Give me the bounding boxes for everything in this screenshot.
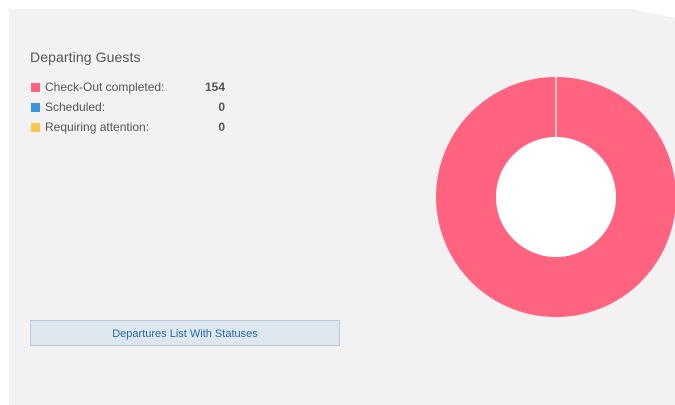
donut-hole xyxy=(496,137,616,257)
panel-title: Departing Guests xyxy=(30,49,141,65)
departing-guests-panel: Departing Guests Check-Out completed: 15… xyxy=(9,9,675,405)
legend-item-checkout: Check-Out completed: 154 xyxy=(30,79,240,99)
departures-list-button[interactable]: Departures List With Statuses xyxy=(30,320,340,346)
page: Departing Guests Check-Out completed: 15… xyxy=(0,0,675,405)
panel-corner xyxy=(631,9,675,18)
legend-swatch-scheduled xyxy=(31,103,40,112)
legend-label-checkout: Check-Out completed: xyxy=(45,80,165,94)
legend-value-checkout: 154 xyxy=(204,80,225,94)
legend-item-scheduled: Scheduled: 0 xyxy=(30,99,240,119)
legend: Check-Out completed: 154 Scheduled: 0 Re… xyxy=(30,79,240,139)
legend-label-attention: Requiring attention: xyxy=(45,120,150,134)
legend-value-scheduled: 0 xyxy=(218,100,225,114)
legend-swatch-checkout xyxy=(31,83,40,92)
legend-item-attention: Requiring attention: 0 xyxy=(30,119,240,139)
legend-swatch-attention xyxy=(31,123,40,132)
legend-value-attention: 0 xyxy=(218,120,225,134)
donut-chart xyxy=(436,76,675,317)
legend-label-scheduled: Scheduled: xyxy=(45,100,106,114)
